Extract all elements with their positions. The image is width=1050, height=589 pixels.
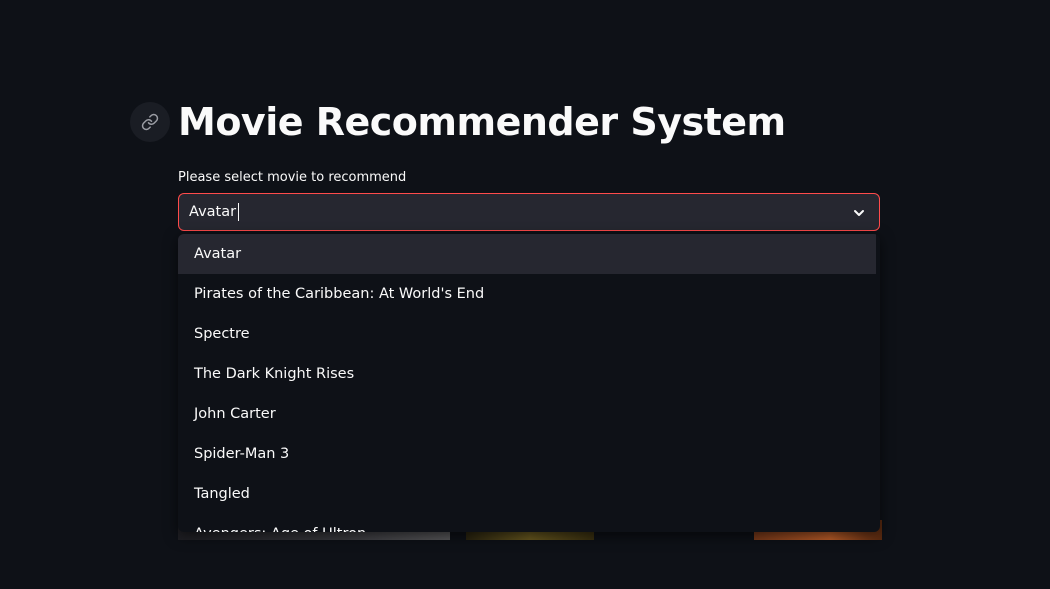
page-title: Movie Recommender System	[178, 100, 786, 144]
dropdown-option[interactable]: Pirates of the Caribbean: At World's End	[178, 274, 876, 314]
dropdown-option[interactable]: The Dark Knight Rises	[178, 354, 876, 394]
dropdown-option[interactable]: Spider-Man 3	[178, 434, 876, 474]
movie-select-input[interactable]: Avatar	[178, 193, 880, 231]
chevron-down-icon[interactable]	[851, 205, 867, 221]
dropdown-option[interactable]: Tangled	[178, 474, 876, 514]
dropdown-option[interactable]: Avengers: Age of Ultron	[178, 514, 876, 532]
dropdown-option[interactable]: Avatar	[178, 234, 876, 274]
link-icon	[141, 113, 159, 131]
movie-select-value-wrap[interactable]: Avatar	[189, 203, 240, 221]
movie-select-label: Please select movie to recommend	[178, 170, 407, 185]
movie-select-value[interactable]: Avatar	[189, 204, 236, 220]
app-page: Movie Recommender System Please select m…	[0, 0, 1050, 589]
text-caret	[238, 203, 240, 221]
dropdown-option[interactable]: John Carter	[178, 394, 876, 434]
dropdown-option[interactable]: Spectre	[178, 314, 876, 354]
movie-dropdown-menu: Avatar Pirates of the Caribbean: At Worl…	[178, 234, 880, 532]
header-anchor-link[interactable]	[130, 102, 170, 142]
